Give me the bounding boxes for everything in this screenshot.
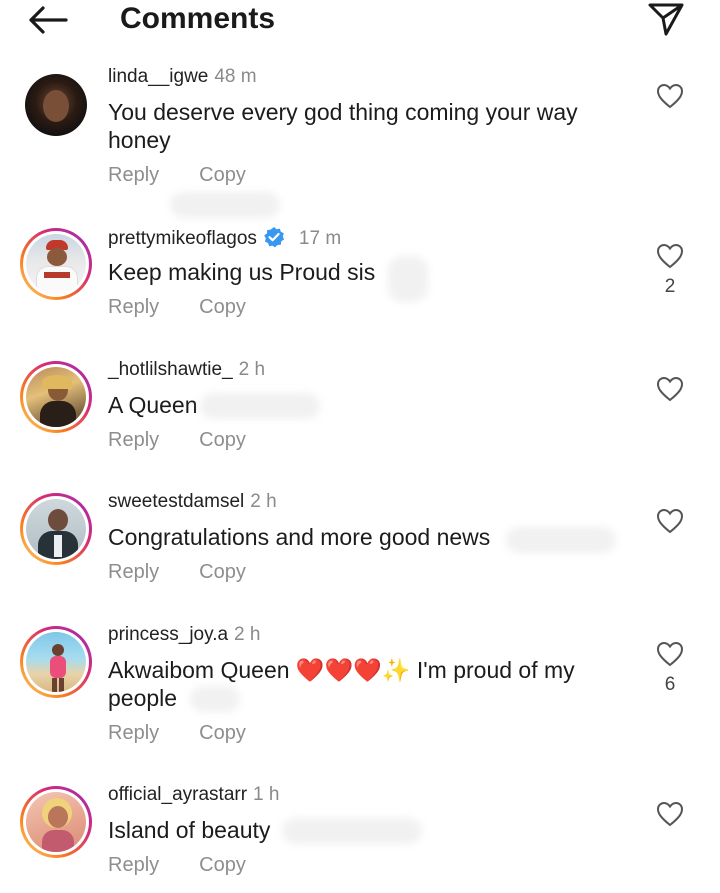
comment-username[interactable]: linda__igwe (108, 66, 208, 87)
reply-button[interactable]: Reply (108, 429, 159, 452)
heart-outline-icon[interactable] (656, 83, 684, 109)
copy-button[interactable]: Copy (199, 164, 246, 187)
comment-username[interactable]: prettymikeoflagos (108, 228, 257, 249)
avatar[interactable] (20, 361, 92, 433)
heart-outline-icon[interactable] (656, 243, 684, 269)
comment-time: 2 h (234, 624, 261, 645)
paper-plane-icon[interactable] (646, 0, 686, 38)
comment-time: 2 h (250, 491, 277, 512)
copy-button[interactable]: Copy (199, 561, 246, 584)
reply-button[interactable]: Reply (108, 296, 159, 319)
avatar[interactable] (20, 493, 92, 565)
comment-username[interactable]: sweetestdamsel (108, 491, 244, 512)
heart-outline-icon[interactable] (656, 376, 684, 402)
comment-text: A Queen (108, 392, 198, 418)
verified-badge-icon (264, 227, 284, 248)
avatar[interactable] (20, 786, 92, 858)
comment-time: 2 h (238, 359, 266, 380)
heart-outline-icon[interactable] (656, 641, 684, 667)
comment-time: 17 m (298, 228, 342, 249)
reply-button[interactable]: Reply (108, 854, 159, 877)
comment-username[interactable]: princess_joy.a (108, 624, 228, 645)
comment-text: You deserve every god thing coming your … (108, 99, 578, 153)
comment-text: Keep making us Proud sis (108, 259, 376, 285)
comment-username[interactable]: official_ayrastarr (108, 784, 247, 805)
copy-button[interactable]: Copy (199, 854, 246, 877)
like-count: 2 (664, 276, 676, 297)
comment-time: 48 m (214, 66, 257, 87)
reply-button[interactable]: Reply (108, 722, 159, 745)
reply-button[interactable]: Reply (108, 561, 159, 584)
avatar[interactable] (20, 228, 92, 300)
page-title: Comments (120, 2, 276, 35)
header-bar: Comments (0, 0, 720, 40)
heart-outline-icon[interactable] (656, 508, 684, 534)
reply-button[interactable]: Reply (108, 164, 159, 187)
avatar[interactable] (25, 74, 87, 136)
copy-button[interactable]: Copy (199, 296, 246, 319)
comment-time: 1 h (253, 784, 280, 805)
copy-button[interactable]: Copy (199, 429, 246, 452)
avatar[interactable] (20, 626, 92, 698)
copy-button[interactable]: Copy (199, 722, 246, 745)
like-count: 6 (664, 674, 676, 695)
heart-outline-icon[interactable] (656, 801, 684, 827)
comment-text: Akwaibom Queen ❤️❤️❤️✨ I'm proud of my p… (108, 657, 575, 711)
comment-username[interactable]: _hotlilshawtie_ (108, 359, 233, 380)
arrow-left-icon[interactable] (26, 4, 68, 36)
